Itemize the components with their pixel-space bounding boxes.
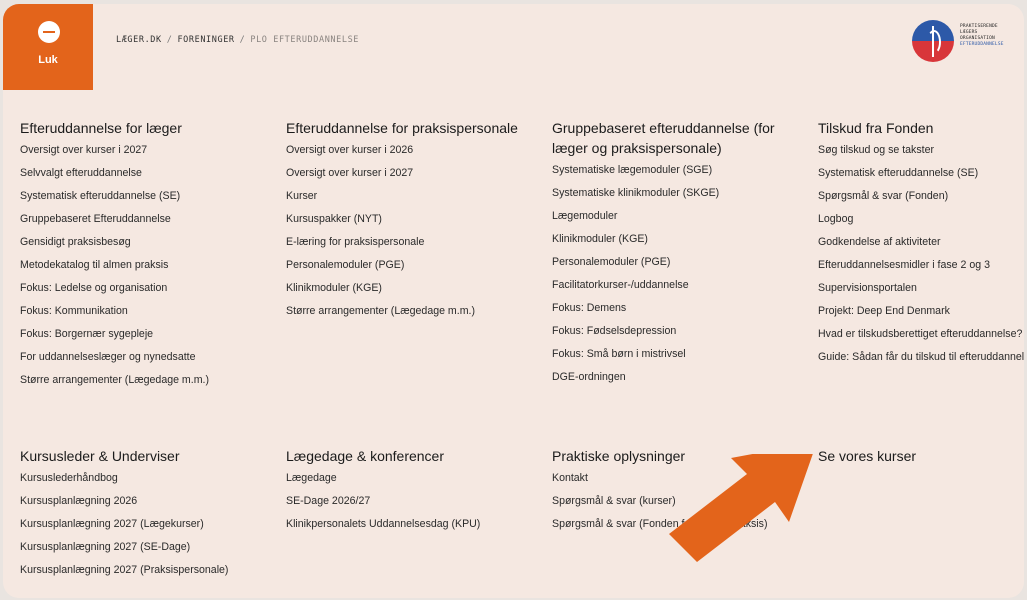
menu-link[interactable]: Fokus: Fødselsdepression xyxy=(552,325,792,338)
menu-link[interactable]: Oversigt over kurser i 2027 xyxy=(20,144,260,157)
menu-link[interactable]: Kontakt xyxy=(552,472,792,485)
menu-link[interactable]: Større arrangementer (Lægedage m.m.) xyxy=(20,374,260,387)
menu-heading[interactable]: Efteruddannelse for praksispersonale xyxy=(286,118,526,138)
menu-link[interactable]: Gruppebaseret Efteruddannelse xyxy=(20,213,260,226)
menu-link[interactable]: Større arrangementer (Lægedage m.m.) xyxy=(286,305,526,318)
menu-link[interactable]: Klinikmoduler (KGE) xyxy=(552,233,792,246)
close-label: Luk xyxy=(38,54,58,66)
menu-link[interactable]: Klinikmoduler (KGE) xyxy=(286,282,526,295)
close-menu-button[interactable]: Luk xyxy=(3,4,93,90)
logo-text: PRAKTISERENDE LÆGERS ORGANISATION EFTERU… xyxy=(960,24,1004,47)
menu-column-kursusleder: Kursusleder & Underviser Kursuslederhåndb… xyxy=(20,446,260,587)
menu-link-list: Kursuslederhåndbog Kursusplanlægning 2026… xyxy=(20,472,260,577)
menu-column-praksispersonale: Efteruddannelse for praksispersonale Over… xyxy=(286,118,526,328)
menu-link[interactable]: Fokus: Små børn i mistrivsel xyxy=(552,348,792,361)
breadcrumb-item-foreninger[interactable]: FORENINGER xyxy=(177,35,234,45)
menu-column-gruppebaseret: Gruppebaseret efteruddannelse (for læger… xyxy=(552,118,792,394)
menu-link[interactable]: Personalemoduler (PGE) xyxy=(552,256,792,269)
menu-link-list: Lægedage SE-Dage 2026/27 Klinikpersonalets… xyxy=(286,472,526,531)
breadcrumb: LÆGER.DK / FORENINGER / PLO EFTERUDDANNELSE xyxy=(116,35,360,45)
menu-link[interactable]: Systematiske lægemoduler (SGE) xyxy=(552,164,792,177)
menu-link[interactable]: SE-Dage 2026/27 xyxy=(286,495,526,508)
caduceus-icon xyxy=(912,20,954,62)
menu-link[interactable]: Søg tilskud og se takster xyxy=(818,144,1024,157)
menu-link-list: Kontakt Spørgsmål & svar (kurser) Spørgsmå… xyxy=(552,472,792,531)
menu-heading[interactable]: Tilskud fra Fonden xyxy=(818,118,1024,138)
menu-link[interactable]: Kursusplanlægning 2027 (Praksispersonale… xyxy=(20,564,260,577)
menu-link[interactable]: Fokus: Kommunikation xyxy=(20,305,260,318)
menu-link[interactable]: Efteruddannelsesmidler i fase 2 og 3 xyxy=(818,259,1024,272)
menu-link[interactable]: Spørgsmål & svar (Fonden for Almen Praks… xyxy=(552,518,792,531)
menu-link[interactable]: Selvvalgt efteruddannelse xyxy=(20,167,260,180)
menu-column-se-vores-kurser: Se vores kurser xyxy=(818,446,1024,472)
menu-link[interactable]: Klinikpersonalets Uddannelsesdag (KPU) xyxy=(286,518,526,531)
menu-column-laegedage: Lægedage & konferencer Lægedage SE-Dage 20… xyxy=(286,446,526,541)
menu-heading[interactable]: Kursusleder & Underviser xyxy=(20,446,260,466)
menu-link[interactable]: Fokus: Ledelse og organisation xyxy=(20,282,260,295)
menu-link[interactable]: Projekt: Deep End Denmark xyxy=(818,305,1024,318)
menu-link[interactable]: Hvad er tilskudsberettiget efteruddannel… xyxy=(818,328,1024,341)
menu-link[interactable]: Lægemoduler xyxy=(552,210,792,223)
menu-link[interactable]: Personalemoduler (PGE) xyxy=(286,259,526,272)
menu-link[interactable]: Systematisk efteruddannelse (SE) xyxy=(20,190,260,203)
breadcrumb-item-laeger[interactable]: LÆGER.DK xyxy=(116,35,162,45)
menu-link[interactable]: For uddannelseslæger og nynedsatte xyxy=(20,351,260,364)
menu-link[interactable]: Metodekatalog til almen praksis xyxy=(20,259,260,272)
menu-link[interactable]: Kursusplanlægning 2027 (Lægekurser) xyxy=(20,518,260,531)
menu-heading[interactable]: Gruppebaseret efteruddannelse (for læger… xyxy=(552,118,792,158)
menu-link[interactable]: Oversigt over kurser i 2027 xyxy=(286,167,526,180)
menu-link-list: Systematiske lægemoduler (SGE) Systematis… xyxy=(552,164,792,384)
menu-link[interactable]: Kursusplanlægning 2027 (SE-Dage) xyxy=(20,541,260,554)
menu-heading[interactable]: Praktiske oplysninger xyxy=(552,446,792,466)
menu-link[interactable]: Spørgsmål & svar (Fonden) xyxy=(818,190,1024,203)
menu-link[interactable]: Kursuspakker (NYT) xyxy=(286,213,526,226)
menu-heading[interactable]: Efteruddannelse for læger xyxy=(20,118,260,138)
menu-link[interactable]: Lægedage xyxy=(286,472,526,485)
plo-logo[interactable]: PRAKTISERENDE LÆGERS ORGANISATION EFTERU… xyxy=(908,17,1020,65)
menu-link[interactable]: Logbog xyxy=(818,213,1024,226)
menu-link-list: Søg tilskud og se takster Systematisk eft… xyxy=(818,144,1024,364)
menu-link[interactable]: Kursuslederhåndbog xyxy=(20,472,260,485)
menu-link[interactable]: Systematisk efteruddannelse (SE) xyxy=(818,167,1024,180)
menu-link[interactable]: Supervisionsportalen xyxy=(818,282,1024,295)
menu-link[interactable]: Godkendelse af aktiviteter xyxy=(818,236,1024,249)
menu-heading[interactable]: Se vores kurser xyxy=(818,446,1024,466)
mega-menu-panel: Luk LÆGER.DK / FORENINGER / PLO EFTERUDDANNE… xyxy=(3,4,1024,598)
menu-column-tilskud: Tilskud fra Fonden Søg tilskud og se taks… xyxy=(818,118,1024,374)
menu-link[interactable]: Oversigt over kurser i 2026 xyxy=(286,144,526,157)
menu-link[interactable]: Spørgsmål & svar (kurser) xyxy=(552,495,792,508)
menu-link[interactable]: DGE-ordningen xyxy=(552,371,792,384)
breadcrumb-item-current: PLO EFTERUDDANNELSE xyxy=(250,35,360,45)
menu-link[interactable]: Guide: Sådan får du tilskud til efterudd… xyxy=(818,351,1024,364)
minus-circle-icon xyxy=(38,21,60,43)
menu-column-praktiske: Praktiske oplysninger Kontakt Spørgsmål & … xyxy=(552,446,792,541)
menu-link-list: Oversigt over kurser i 2027 Selvvalgt eft… xyxy=(20,144,260,387)
menu-link[interactable]: Fokus: Borgernær sygepleje xyxy=(20,328,260,341)
menu-link[interactable]: Kursusplanlægning 2026 xyxy=(20,495,260,508)
menu-column-efteruddannelse-laeger: Efteruddannelse for læger Oversigt over k… xyxy=(20,118,260,397)
menu-link[interactable]: Fokus: Demens xyxy=(552,302,792,315)
menu-link[interactable]: E-læring for praksispersonale xyxy=(286,236,526,249)
menu-header: Luk LÆGER.DK / FORENINGER / PLO EFTERUDDANNE… xyxy=(3,4,1024,90)
menu-link[interactable]: Gensidigt praksisbesøg xyxy=(20,236,260,249)
menu-link-list: Oversigt over kurser i 2026 Oversigt over… xyxy=(286,144,526,318)
menu-link[interactable]: Facilitatorkurser-/uddannelse xyxy=(552,279,792,292)
menu-heading[interactable]: Lægedage & konferencer xyxy=(286,446,526,466)
menu-link[interactable]: Kurser xyxy=(286,190,526,203)
menu-link[interactable]: Systematiske klinikmoduler (SKGE) xyxy=(552,187,792,200)
